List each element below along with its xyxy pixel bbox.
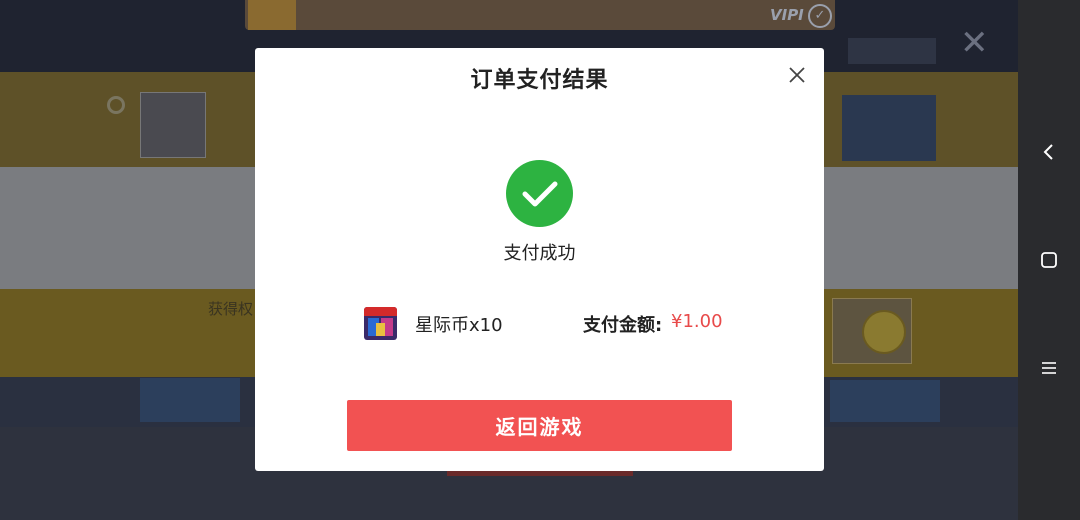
home-button[interactable] (1018, 240, 1080, 280)
product-icon (364, 307, 397, 340)
amount-label: 支付金额: (583, 315, 663, 336)
payment-result-dialog: 订单支付结果 支付成功 星际币x10 支付金额: ¥1.00 返回游戏 (255, 48, 824, 471)
chevron-left-icon (1043, 144, 1053, 160)
hamburger-icon (1042, 362, 1056, 374)
game-item-card (140, 92, 206, 158)
game-blue-card (830, 380, 940, 422)
close-icon (789, 67, 805, 83)
return-to-game-button[interactable]: 返回游戏 (347, 400, 732, 451)
coin-icon (862, 310, 906, 354)
vip-check-icon: ✓ (808, 4, 832, 28)
settings-icon (107, 96, 125, 114)
crown-icon (248, 0, 296, 30)
dialog-title: 订单支付结果 (470, 68, 609, 93)
payment-status-text: 支付成功 (503, 243, 576, 264)
amount-value: ¥1.00 (671, 311, 723, 332)
gold-section-label: 获得权 (208, 300, 254, 318)
menu-button[interactable] (1018, 348, 1080, 388)
game-item-card (842, 95, 936, 161)
square-icon (1041, 252, 1057, 268)
close-button[interactable] (787, 65, 807, 85)
game-banner (245, 0, 835, 30)
game-close-icon: ✕ (960, 23, 989, 63)
checkmark-icon (522, 181, 557, 206)
game-panel-tab (848, 38, 936, 64)
game-blue-card (140, 378, 240, 422)
vip-label: VIPI (770, 6, 804, 24)
back-button[interactable] (1018, 132, 1080, 172)
success-check-icon (506, 160, 573, 227)
product-name: 星际币x10 (415, 315, 503, 336)
